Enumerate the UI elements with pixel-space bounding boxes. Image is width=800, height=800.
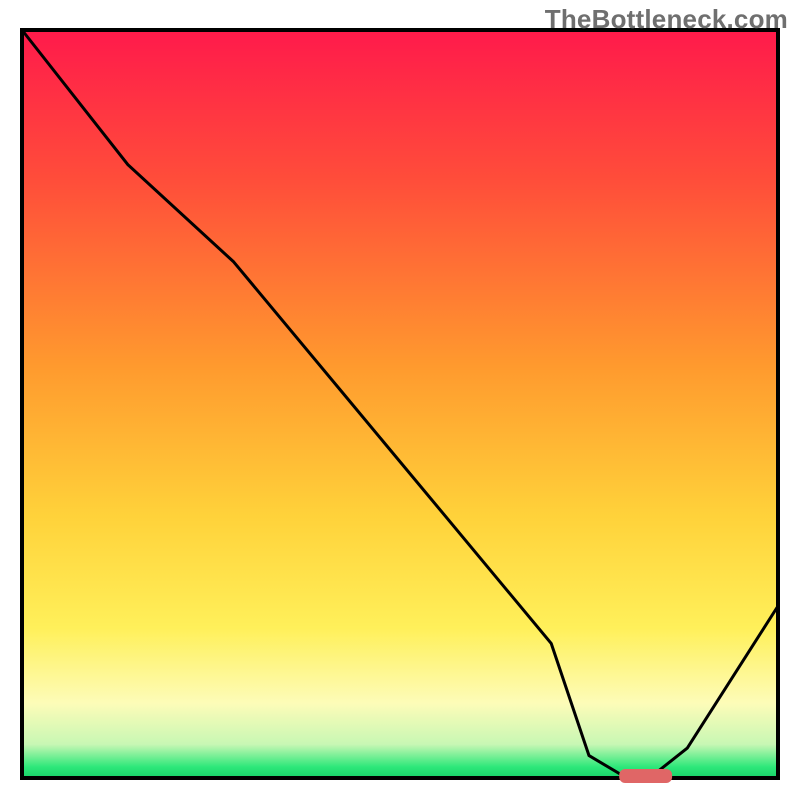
optimal-range-marker bbox=[619, 769, 672, 783]
plot-area bbox=[22, 30, 778, 783]
watermark-text: TheBottleneck.com bbox=[545, 4, 788, 35]
chart-container: TheBottleneck.com bbox=[0, 0, 800, 800]
plot-background bbox=[22, 30, 778, 778]
bottleneck-chart bbox=[0, 0, 800, 800]
